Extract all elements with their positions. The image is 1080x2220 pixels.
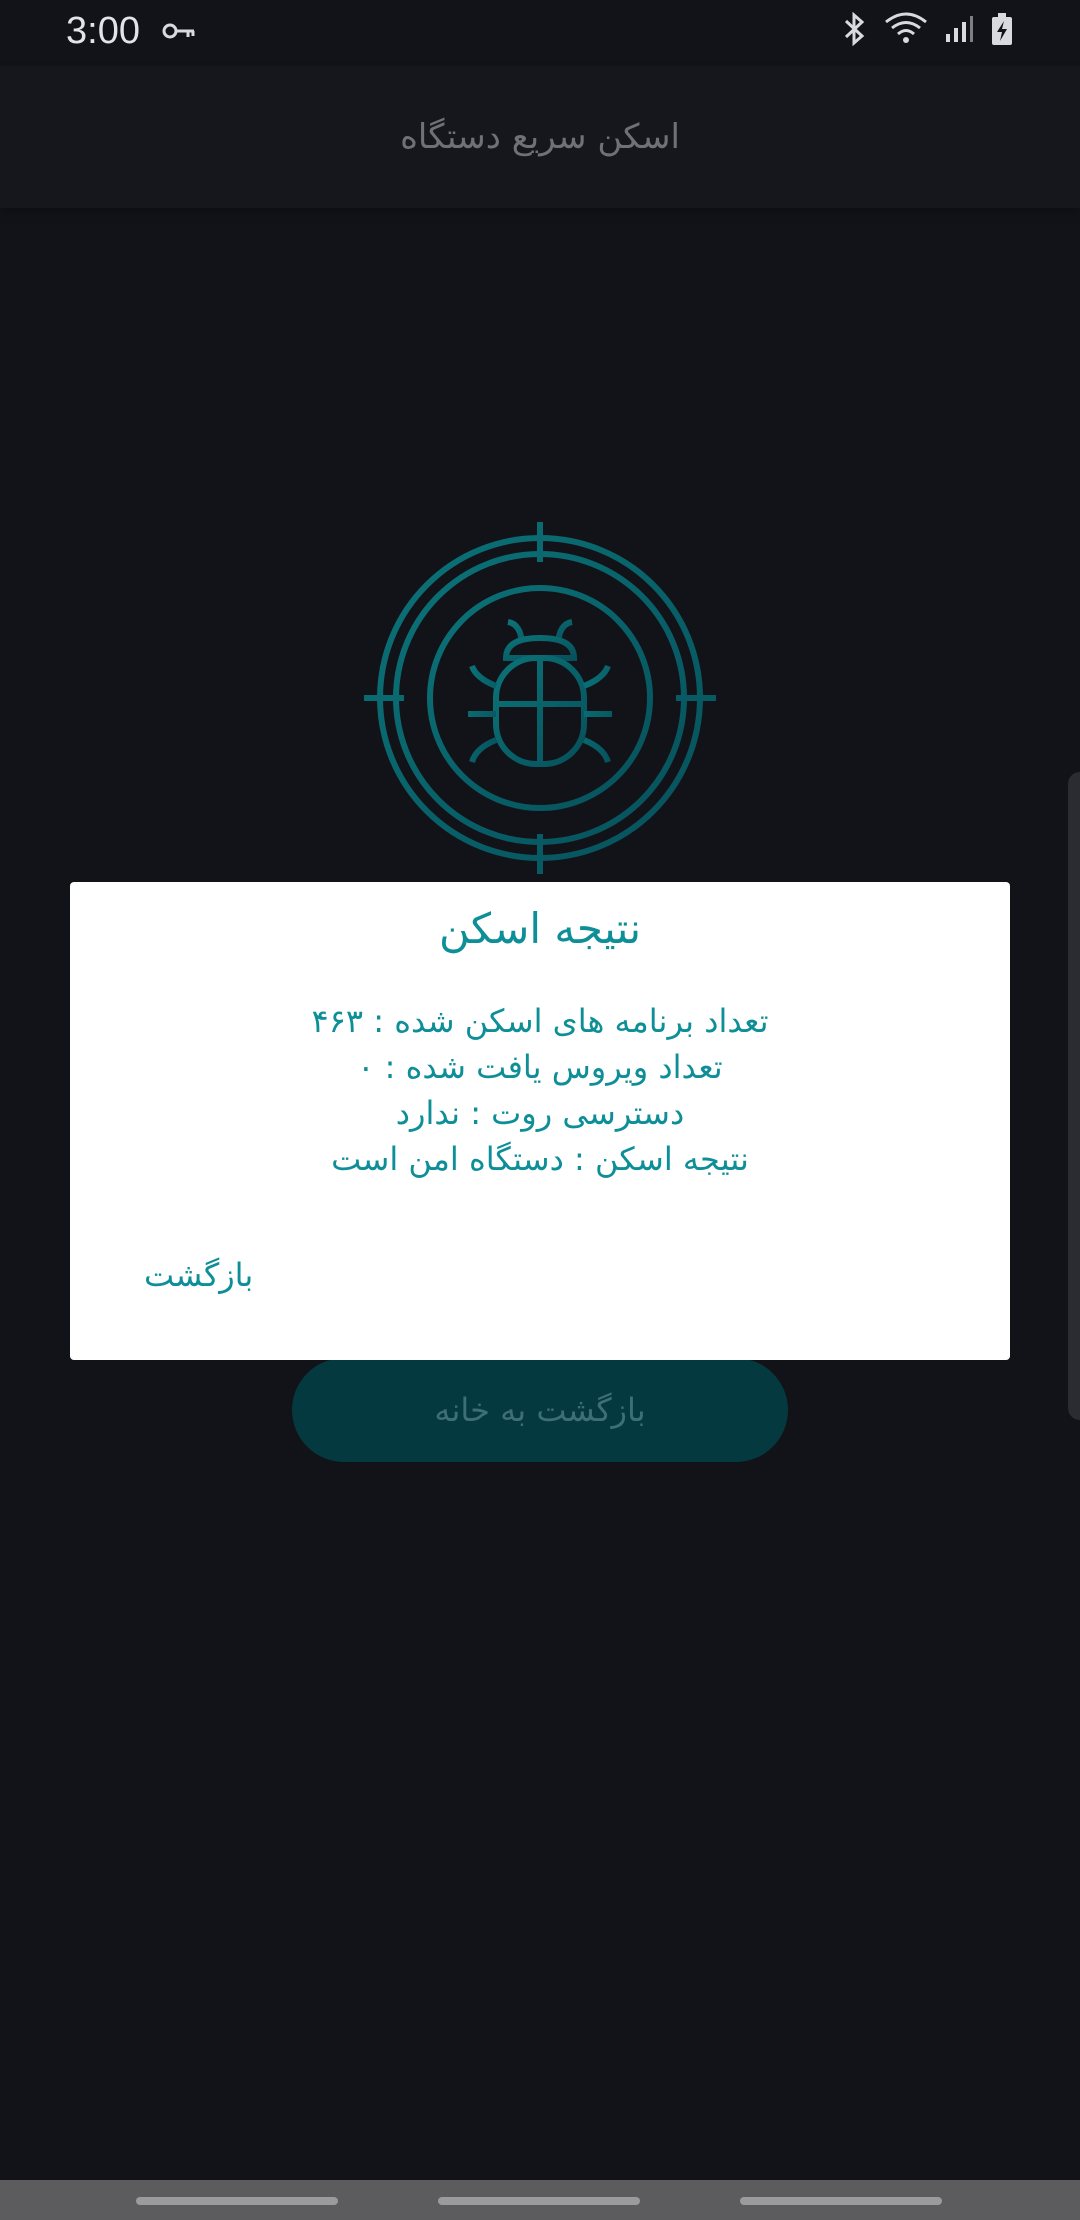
root-access-status: دسترسی روت : ندارد — [395, 1094, 685, 1132]
screen: 3:00 اسکن سریع دستگاه بازگشت به خانه نتی… — [0, 0, 1080, 2220]
status-icons — [842, 11, 1014, 50]
dialog-title: نتیجه اسکن — [438, 904, 642, 953]
scan-result-status: نتیجه اسکن : دستگاه امن است — [331, 1140, 749, 1178]
app-bar: اسکن سریع دستگاه — [0, 66, 1080, 208]
home-button[interactable]: بازگشت به خانه — [292, 1358, 788, 1462]
wifi-icon — [884, 12, 928, 50]
nav-recents-button[interactable] — [136, 2197, 338, 2205]
status-time: 3:00 — [66, 10, 140, 52]
scanned-apps-count: تعداد برنامه های اسکن شده : ۴۶۳ — [311, 1002, 769, 1040]
nav-back-button[interactable] — [740, 2197, 942, 2205]
status-bar: 3:00 — [0, 0, 1080, 66]
signal-icon — [944, 14, 974, 48]
home-button-label: بازگشت به خانه — [434, 1391, 646, 1429]
page-title: اسکن سریع دستگاه — [400, 117, 680, 157]
dialog-body: تعداد برنامه های اسکن شده : ۴۶۳ تعداد وی… — [70, 998, 1010, 1182]
vpn-key-icon — [162, 20, 196, 46]
dialog-back-button[interactable]: بازگشت — [130, 1248, 267, 1302]
nav-home-button[interactable] — [438, 2197, 640, 2205]
viruses-found-count: تعداد ویروس یافت شده : ۰ — [357, 1048, 723, 1086]
navigation-bar — [0, 2180, 1080, 2220]
bluetooth-icon — [842, 11, 868, 50]
battery-charging-icon — [990, 12, 1014, 50]
bug-target-icon — [360, 518, 720, 878]
scan-result-dialog: نتیجه اسکن تعداد برنامه های اسکن شده : ۴… — [70, 882, 1010, 1360]
scroll-handle[interactable] — [1068, 772, 1080, 1420]
